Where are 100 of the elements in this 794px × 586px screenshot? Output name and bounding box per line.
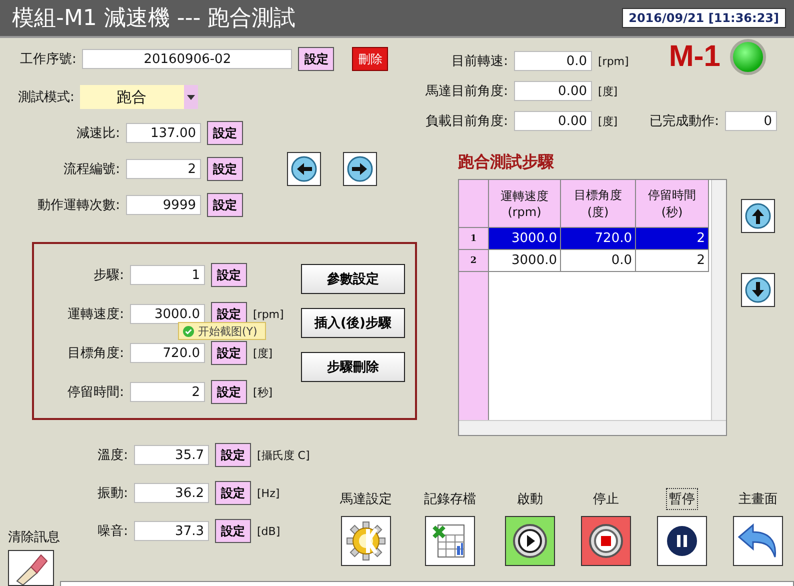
toolbar-label: 暫停 bbox=[666, 488, 698, 510]
value-field[interactable]: 3000.0 bbox=[130, 304, 205, 324]
toolbar-label: 啟動 bbox=[516, 491, 544, 509]
toolbar-label: 主畫面 bbox=[738, 491, 778, 509]
toolbar-label: 停止 bbox=[592, 491, 620, 509]
step-action-button[interactable]: 步驟刪除 bbox=[301, 352, 405, 382]
unit-label: [度] bbox=[598, 84, 618, 98]
completed-field: 0 bbox=[724, 111, 777, 131]
horizontal-scrollbar[interactable] bbox=[459, 420, 726, 435]
tooltip-text: 开始截图(Y) bbox=[198, 324, 258, 338]
vertical-scrollbar[interactable] bbox=[711, 180, 726, 421]
unit-label: [度] bbox=[598, 114, 618, 128]
play-icon bbox=[512, 523, 548, 559]
unit-label: [度] bbox=[253, 346, 273, 360]
value-field[interactable]: 35.7 bbox=[134, 445, 209, 465]
pause-icon bbox=[666, 525, 698, 557]
set-button[interactable]: 設定 bbox=[215, 481, 251, 505]
set-button[interactable]: 設定 bbox=[207, 157, 243, 181]
step-action-button[interactable]: 插入(後)步驟 bbox=[301, 308, 405, 338]
column-header: 目標角度 (度) bbox=[561, 180, 636, 228]
value-field[interactable]: 720.0 bbox=[130, 343, 205, 363]
field-label: 噪音: bbox=[96, 523, 128, 540]
completed-label: 已完成動作: bbox=[650, 113, 719, 130]
field-label: 減速比: bbox=[76, 125, 120, 142]
set-button[interactable]: 設定 bbox=[298, 47, 334, 71]
table-cell: 2 bbox=[636, 250, 709, 272]
toolbar-label: 馬達設定 bbox=[339, 491, 393, 509]
arrow-circle-icon bbox=[347, 156, 373, 182]
toolbar-button[interactable] bbox=[657, 516, 707, 566]
set-button[interactable]: 設定 bbox=[211, 341, 247, 365]
table-row[interactable]: 1 3000.0 720.0 2 bbox=[459, 228, 709, 250]
field-label: 測試模式: bbox=[18, 89, 74, 106]
table-cell: 720.0 bbox=[561, 228, 636, 250]
unit-label: [Hz] bbox=[257, 486, 280, 500]
set-button[interactable]: 設定 bbox=[215, 519, 251, 543]
set-button[interactable]: 設定 bbox=[207, 193, 243, 217]
field-label: 目標角度: bbox=[66, 345, 124, 362]
toolbar-button[interactable] bbox=[425, 516, 475, 566]
move-up-button[interactable] bbox=[741, 199, 775, 233]
move-down-button[interactable] bbox=[741, 273, 775, 307]
value-field[interactable]: 2 bbox=[126, 159, 201, 179]
reading-field: 0.00 bbox=[514, 81, 592, 101]
field-label: 運轉速度: bbox=[66, 306, 124, 323]
field-label: 動作運轉次數: bbox=[36, 197, 120, 214]
table-row[interactable]: 2 3000.0 0.0 2 bbox=[459, 250, 709, 272]
step-action-button[interactable]: 參數設定 bbox=[301, 264, 405, 294]
gear-icon bbox=[346, 521, 386, 561]
arrow-circle-icon bbox=[291, 156, 317, 182]
column-header: 停留時間 (秒) bbox=[636, 180, 709, 228]
table-cell: 0.0 bbox=[561, 250, 636, 272]
datetime-display: 2016/09/21 [11:36:23] bbox=[622, 8, 786, 28]
field-label: 停留時間: bbox=[66, 384, 124, 401]
window-title: 模組-M1 減速機 --- 跑合測試 bbox=[12, 5, 296, 33]
value-field[interactable]: 137.00 bbox=[126, 123, 201, 143]
table-cell: 3000.0 bbox=[489, 228, 561, 250]
field-label: 步驟: bbox=[92, 267, 124, 284]
set-button[interactable]: 設定 bbox=[207, 121, 243, 145]
column-header: 運轉速度 (rpm) bbox=[489, 180, 561, 228]
set-button[interactable]: 設定 bbox=[211, 380, 247, 404]
arrow-circle-icon bbox=[745, 277, 771, 303]
field-label: 工作序號: bbox=[20, 51, 76, 68]
value-field[interactable]: 2 bbox=[130, 382, 205, 402]
check-icon bbox=[183, 326, 194, 336]
unit-label: [rpm] bbox=[598, 54, 629, 68]
unit-label: [秒] bbox=[253, 384, 273, 400]
value-field[interactable]: 9999 bbox=[126, 195, 201, 215]
reading-label: 負載目前角度: bbox=[424, 113, 508, 130]
clear-messages-label: 清除訊息 bbox=[8, 529, 60, 546]
dropdown-caret-icon bbox=[187, 94, 196, 100]
toolbar-button[interactable] bbox=[505, 516, 555, 566]
mode-dropdown[interactable]: 跑合 bbox=[80, 85, 198, 109]
reading-field: 0.00 bbox=[514, 111, 592, 131]
unit-label: [dB] bbox=[257, 524, 280, 538]
toolbar-button[interactable] bbox=[733, 516, 783, 566]
set-button[interactable]: 設定 bbox=[211, 263, 247, 287]
next-button[interactable] bbox=[343, 152, 377, 186]
job-number-field[interactable]: 20160906-02 bbox=[82, 49, 292, 69]
toolbar-button[interactable] bbox=[581, 516, 631, 566]
set-button[interactable]: 設定 bbox=[215, 443, 251, 467]
value-field[interactable]: 1 bbox=[130, 265, 205, 285]
stop-icon bbox=[588, 523, 624, 559]
reading-label: 馬達目前角度: bbox=[424, 83, 508, 100]
delete-button[interactable]: 刪除 bbox=[352, 47, 388, 71]
table-cell: 3000.0 bbox=[489, 250, 561, 272]
row-number: 2 bbox=[459, 250, 489, 272]
table-cell: 2 bbox=[636, 228, 709, 250]
field-label: 溫度: bbox=[96, 447, 128, 464]
row-number: 1 bbox=[459, 228, 489, 250]
unit-label: [rpm] bbox=[253, 308, 284, 320]
field-label: 振動: bbox=[96, 485, 128, 502]
clear-messages-button[interactable] bbox=[8, 550, 54, 586]
value-field[interactable]: 37.3 bbox=[134, 521, 209, 541]
field-label: 流程編號: bbox=[62, 161, 120, 178]
toolbar-button[interactable] bbox=[341, 516, 391, 566]
previous-button[interactable] bbox=[287, 152, 321, 186]
unit-label: [攝氏度 C] bbox=[257, 448, 310, 462]
value-field[interactable]: 36.2 bbox=[134, 483, 209, 503]
machine-name: M-1 bbox=[668, 42, 720, 72]
arrow-circle-icon bbox=[745, 203, 771, 229]
reading-label: 目前轉速: bbox=[450, 53, 508, 70]
